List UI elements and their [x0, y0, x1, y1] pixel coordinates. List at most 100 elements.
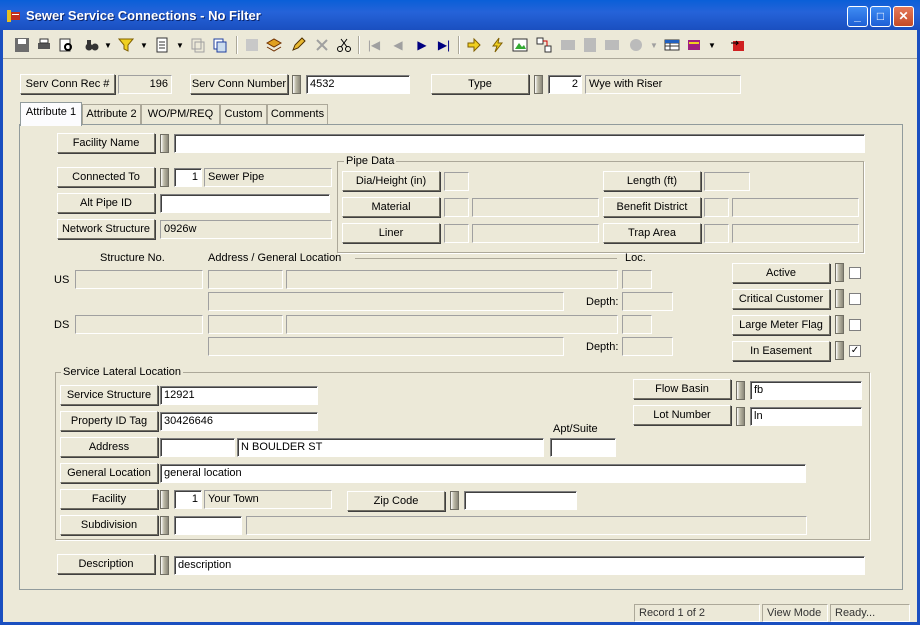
address-number-field[interactable] [160, 438, 235, 457]
books-icon[interactable] [684, 35, 704, 55]
connected-to-button[interactable]: Connected To [57, 167, 155, 187]
tab-attribute-2[interactable]: Attribute 2 [82, 104, 141, 124]
calculator-icon[interactable] [580, 35, 600, 55]
maximize-button[interactable]: □ [870, 6, 891, 27]
print-icon[interactable] [34, 35, 54, 55]
active-button[interactable]: Active [732, 263, 830, 283]
print-preview-icon[interactable] [56, 35, 76, 55]
lightning-icon[interactable] [488, 35, 508, 55]
cut-icon[interactable] [334, 35, 354, 55]
subdivision-button[interactable]: Subdivision [60, 515, 158, 535]
tab-custom[interactable]: Custom [220, 104, 267, 124]
next-record-icon[interactable]: ▶ [412, 35, 432, 55]
layers-icon[interactable] [264, 35, 284, 55]
lot-number-field[interactable]: ln [750, 407, 862, 426]
ds-depth-label: Depth: [586, 341, 619, 353]
report-icon[interactable] [152, 35, 172, 55]
facility-name-field[interactable] [174, 134, 865, 153]
large-meter-flag-button[interactable]: Large Meter Flag [732, 315, 830, 335]
address-button[interactable]: Address [60, 437, 158, 457]
subdivision-code-field[interactable] [174, 516, 242, 535]
us-structure-no [75, 270, 203, 289]
material-button[interactable]: Material [342, 197, 440, 217]
map-icon[interactable] [510, 35, 530, 55]
alt-pipe-id-field[interactable] [160, 194, 330, 213]
liner-button[interactable]: Liner [342, 223, 440, 243]
tab-wo-pm-req[interactable]: WO/PM/REQ [141, 104, 220, 124]
save-icon[interactable] [12, 35, 32, 55]
duplicate-icon[interactable] [210, 35, 230, 55]
description-button[interactable]: Description [57, 554, 155, 574]
link-icon[interactable] [534, 35, 554, 55]
material-description [472, 198, 599, 217]
service-structure-button[interactable]: Service Structure [60, 385, 158, 405]
delete-icon[interactable] [312, 35, 332, 55]
type-code-field[interactable]: 2 [548, 75, 582, 94]
subdivision-description [246, 516, 807, 535]
service-structure-field[interactable]: 12921 [160, 386, 318, 405]
first-record-icon[interactable]: |◀ [364, 35, 384, 55]
previous-record-icon[interactable]: ◀ [388, 35, 408, 55]
flow-basin-button[interactable]: Flow Basin [633, 379, 731, 399]
type-lock-icon [534, 75, 543, 94]
search-dropdown-arrow-icon[interactable]: ▼ [104, 41, 112, 50]
alt-pipe-id-button[interactable]: Alt Pipe ID [57, 193, 155, 213]
minimize-button[interactable]: _ [847, 6, 868, 27]
serv-conn-number-lock-icon [292, 75, 301, 94]
table-icon[interactable] [662, 35, 682, 55]
facility-code-field[interactable]: 1 [174, 490, 202, 509]
description-field[interactable]: description [174, 556, 865, 575]
ds-label: DS [54, 319, 70, 331]
tab-comments[interactable]: Comments [267, 104, 328, 124]
report-dropdown-arrow-icon[interactable]: ▼ [176, 41, 184, 50]
books-dropdown-arrow-icon[interactable]: ▼ [708, 41, 716, 50]
trap-area-button[interactable]: Trap Area [603, 223, 701, 243]
structure-no-heading: Structure No. [100, 252, 165, 264]
benefit-district-code [704, 198, 729, 217]
pencil-icon[interactable] [288, 35, 308, 55]
exit-icon[interactable] [728, 35, 748, 55]
flow-basin-field[interactable]: fb [750, 381, 862, 400]
active-checkbox[interactable] [849, 267, 861, 279]
goto-icon[interactable] [464, 35, 484, 55]
serv-conn-number-field[interactable]: 4532 [306, 75, 410, 94]
general-location-button[interactable]: General Location [60, 463, 158, 483]
critical-customer-button[interactable]: Critical Customer [732, 289, 830, 309]
zip-code-button[interactable]: Zip Code [347, 491, 445, 511]
in-easement-checkbox[interactable]: ✓ [849, 345, 861, 357]
length-button[interactable]: Length (ft) [603, 171, 701, 191]
tab-attribute-1[interactable]: Attribute 1 [20, 102, 82, 126]
grid-icon[interactable] [558, 35, 578, 55]
type-button[interactable]: Type [431, 74, 529, 94]
globe-icon[interactable] [626, 35, 646, 55]
lot-number-button[interactable]: Lot Number [633, 405, 731, 425]
facility-name-button[interactable]: Facility Name [57, 133, 155, 153]
description-lock-icon [160, 556, 169, 575]
zip-code-lock-icon [450, 491, 459, 510]
property-id-tag-button[interactable]: Property ID Tag [60, 411, 158, 431]
serv-conn-number-button[interactable]: Serv Conn Number [190, 74, 288, 94]
network-structure-button[interactable]: Network Structure [57, 219, 155, 239]
apt-suite-field[interactable] [550, 438, 616, 457]
binoculars-icon[interactable] [82, 35, 102, 55]
filter-dropdown-arrow-icon[interactable]: ▼ [140, 41, 148, 50]
in-easement-button[interactable]: In Easement [732, 341, 830, 361]
general-location-field[interactable]: general location [160, 464, 806, 483]
zip-code-field[interactable] [464, 491, 577, 510]
large-meter-checkbox[interactable] [849, 319, 861, 331]
filter-icon[interactable] [116, 35, 136, 55]
close-button[interactable]: ✕ [893, 6, 914, 27]
disabled-icon[interactable] [242, 35, 262, 55]
copy-icon[interactable] [188, 35, 208, 55]
photo-icon[interactable] [602, 35, 622, 55]
property-id-tag-field[interactable]: 30426646 [160, 412, 318, 431]
address-street-field[interactable]: N BOULDER ST [237, 438, 544, 457]
dia-height-button[interactable]: Dia/Height (in) [342, 171, 440, 191]
last-record-icon[interactable]: ▶| [434, 35, 454, 55]
benefit-district-button[interactable]: Benefit District [603, 197, 701, 217]
critical-customer-checkbox[interactable] [849, 293, 861, 305]
facility-button[interactable]: Facility [60, 489, 158, 509]
globe-dropdown-arrow-icon[interactable]: ▼ [650, 41, 658, 50]
connected-to-code-field[interactable]: 1 [174, 168, 202, 187]
apt-suite-label: Apt/Suite [553, 423, 598, 435]
